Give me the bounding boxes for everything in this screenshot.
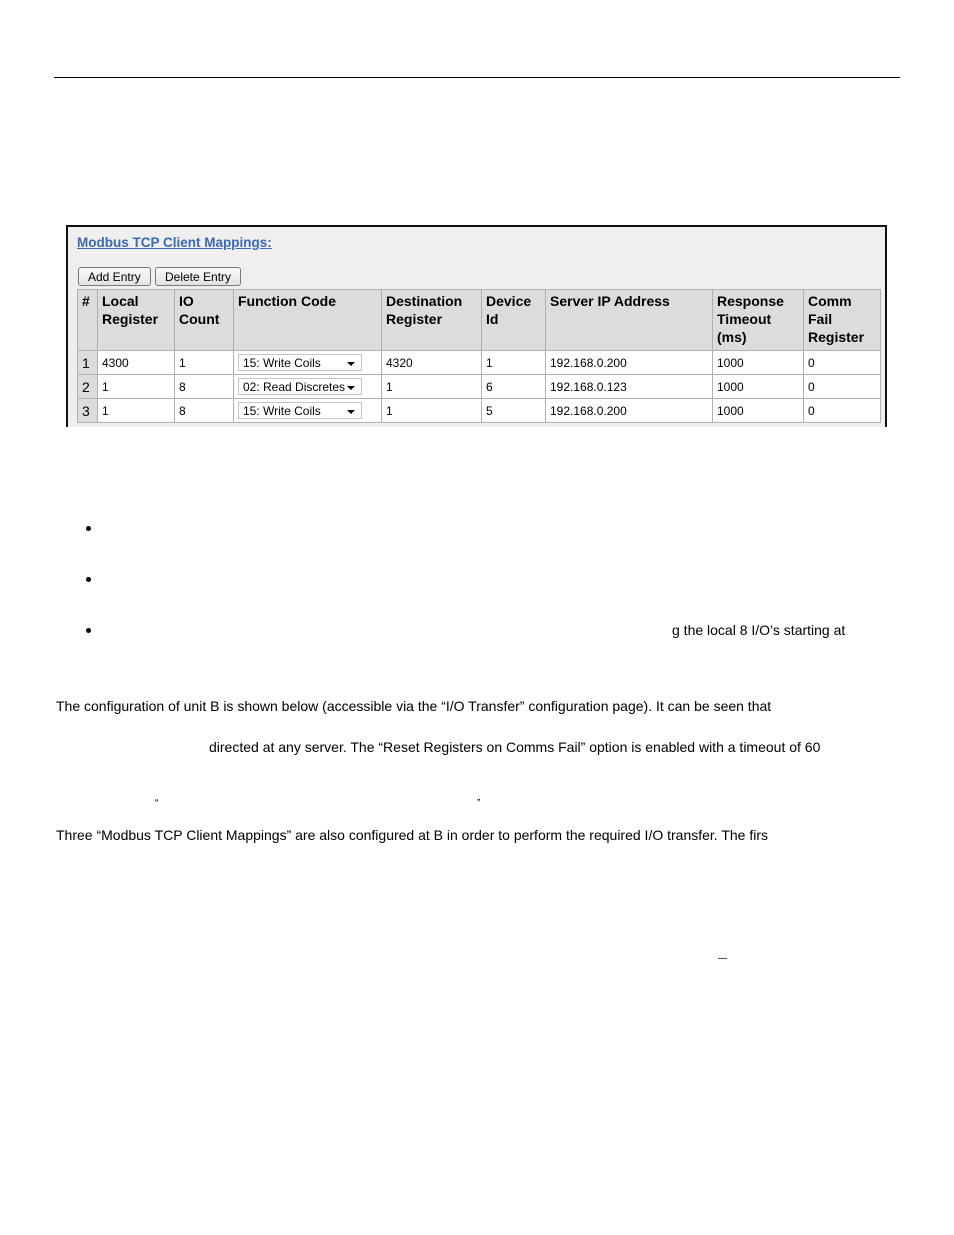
io-count-cell[interactable]: 1 [174, 350, 234, 375]
function-code-cell: 15: Write Coils [233, 398, 382, 423]
delete-entry-button[interactable]: Delete Entry [155, 267, 242, 286]
device-id-cell[interactable]: 1 [481, 350, 546, 375]
comm-fail-register-cell[interactable]: 0 [803, 398, 881, 423]
col-header-destination-register: Destination Register [381, 289, 482, 351]
device-id-cell[interactable]: 6 [481, 374, 546, 399]
function-code-value: 15: Write Coils [243, 404, 321, 418]
table-row: 1 4300 1 15: Write Coils 4320 1 192.168.… [77, 350, 881, 375]
table-header-row: # Local Register IO Count Function Code … [77, 289, 881, 351]
col-header-response-timeout: Response Timeout (ms) [712, 289, 804, 351]
dropdown-arrow-icon[interactable] [347, 410, 355, 414]
col-header-local-register: Local Register [97, 289, 175, 351]
mappings-table: # Local Register IO Count Function Code … [77, 289, 881, 423]
col-header-device-id: Device Id [481, 289, 546, 351]
table-row: 3 1 8 15: Write Coils 1 5 192.168.0.200 … [77, 398, 881, 423]
response-timeout-cell[interactable]: 1000 [712, 398, 804, 423]
col-header-num: # [77, 289, 98, 351]
col-header-server-ip: Server IP Address [545, 289, 713, 351]
col-header-io-count: IO Count [174, 289, 234, 351]
dropdown-arrow-icon[interactable] [347, 386, 355, 390]
response-timeout-cell[interactable]: 1000 [712, 350, 804, 375]
function-code-value: 02: Read Discretes [243, 380, 346, 394]
open-quote: “ [155, 798, 159, 809]
function-code-value: 15: Write Coils [243, 356, 321, 370]
add-entry-button[interactable]: Add Entry [78, 267, 151, 286]
row-number: 1 [77, 350, 98, 375]
dash-mark [718, 958, 727, 959]
io-count-cell[interactable]: 8 [174, 374, 234, 399]
col-header-function-code: Function Code [233, 289, 382, 351]
bullet3-text-fragment: g the local 8 I/O’s starting at [672, 622, 846, 638]
local-register-cell[interactable]: 4300 [97, 350, 175, 375]
col-header-comm-fail-register: Comm Fail Register [803, 289, 881, 351]
dropdown-arrow-icon[interactable] [347, 362, 355, 366]
destination-register-cell[interactable]: 1 [381, 398, 482, 423]
paragraph2-line1: Three “Modbus TCP Client Mappings” are a… [56, 827, 769, 843]
paragraph1-line2: directed at any server. The “Reset Regis… [209, 739, 821, 755]
comm-fail-register-cell[interactable]: 0 [803, 374, 881, 399]
function-code-cell: 15: Write Coils [233, 350, 382, 375]
io-count-cell[interactable]: 8 [174, 398, 234, 423]
bullet-icon [86, 526, 91, 531]
destination-register-cell[interactable]: 1 [381, 374, 482, 399]
local-register-cell[interactable]: 1 [97, 374, 175, 399]
server-ip-cell[interactable]: 192.168.0.200 [545, 350, 713, 375]
device-id-cell[interactable]: 5 [481, 398, 546, 423]
response-timeout-cell[interactable]: 1000 [712, 374, 804, 399]
comm-fail-register-cell[interactable]: 0 [803, 350, 881, 375]
bullet-icon [86, 628, 91, 633]
row-number: 2 [77, 374, 98, 399]
local-register-cell[interactable]: 1 [97, 398, 175, 423]
close-quote: ” [477, 798, 481, 809]
function-code-select[interactable]: 15: Write Coils [238, 402, 362, 419]
server-ip-cell[interactable]: 192.168.0.200 [545, 398, 713, 423]
function-code-select[interactable]: 15: Write Coils [238, 354, 362, 371]
bullet-icon [86, 577, 91, 582]
function-code-select[interactable]: 02: Read Discretes [238, 378, 362, 395]
modbus-client-mappings-panel: Modbus TCP Client Mappings: Add Entry De… [66, 225, 887, 427]
paragraph1-line1: The configuration of unit B is shown bel… [56, 698, 772, 714]
row-number: 3 [77, 398, 98, 423]
destination-register-cell[interactable]: 4320 [381, 350, 482, 375]
server-ip-cell[interactable]: 192.168.0.123 [545, 374, 713, 399]
function-code-cell: 02: Read Discretes [233, 374, 382, 399]
panel-title[interactable]: Modbus TCP Client Mappings: [77, 235, 272, 250]
header-rule [54, 77, 900, 78]
table-row: 2 1 8 02: Read Discretes 1 6 192.168.0.1… [77, 374, 881, 399]
